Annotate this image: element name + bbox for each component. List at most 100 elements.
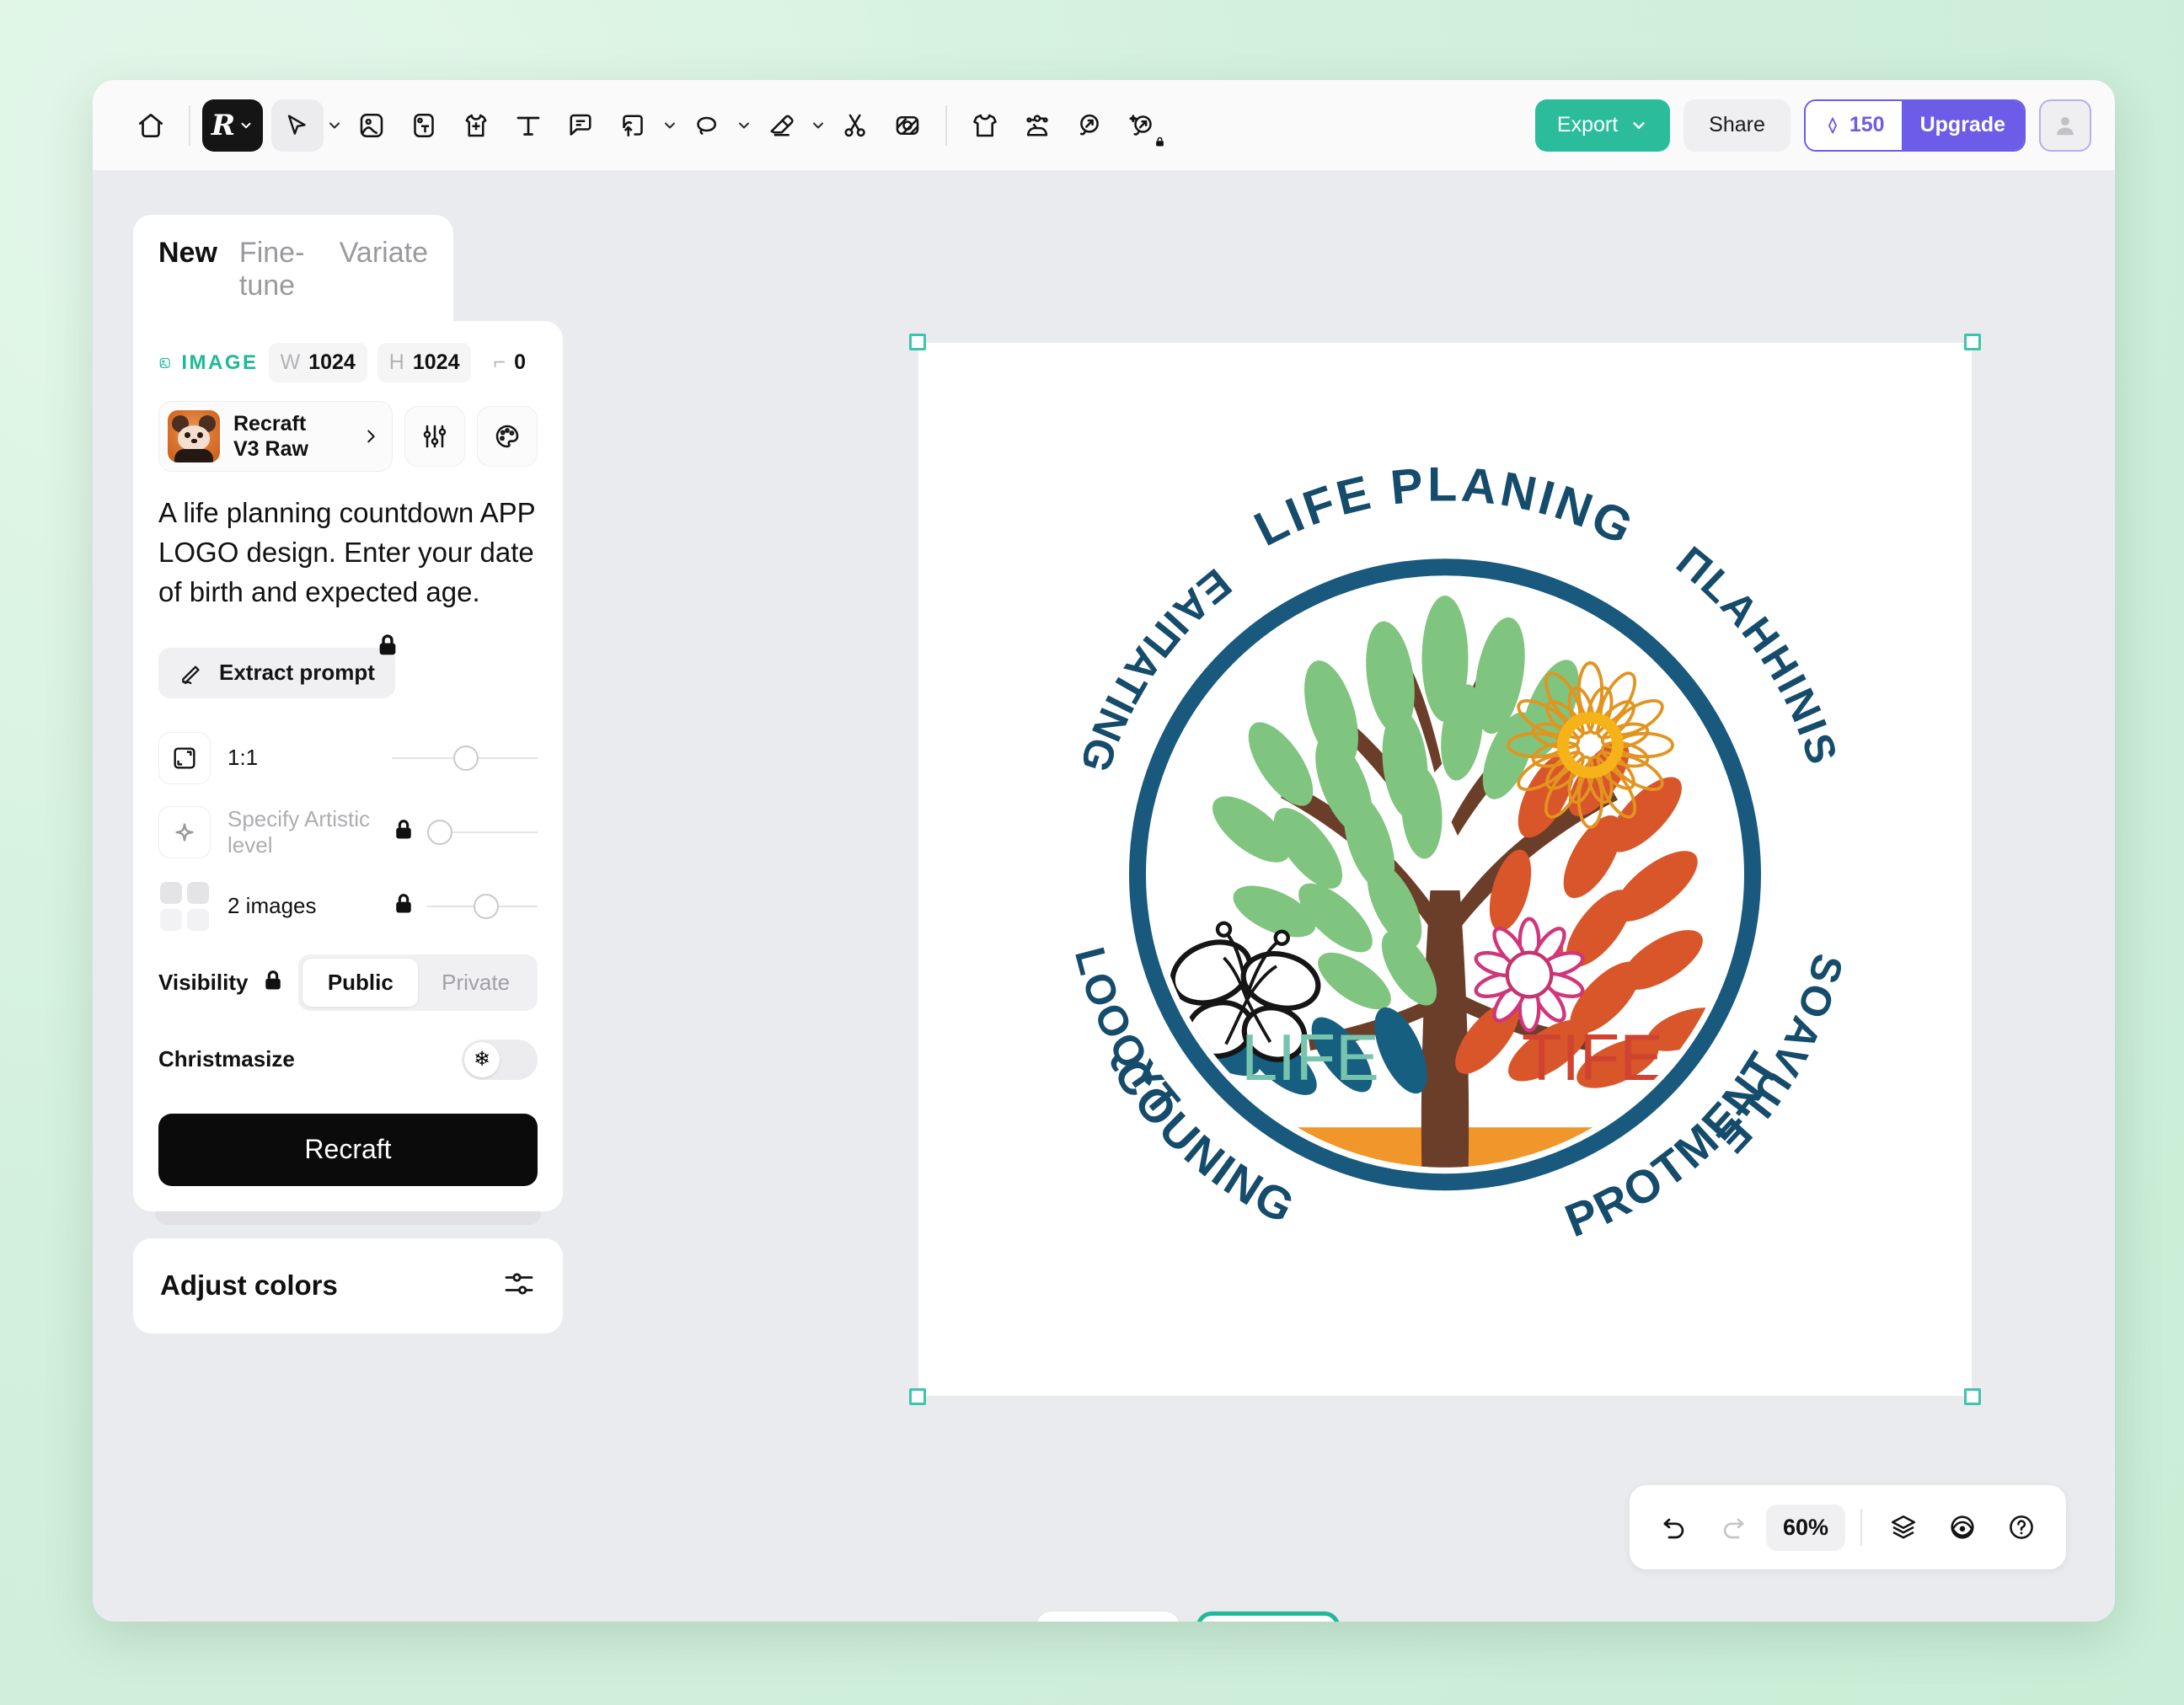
model-name-line1: Recraft bbox=[233, 411, 348, 437]
corner-radius-icon: ⌐ bbox=[493, 350, 506, 375]
snowflake-icon: ❄ bbox=[464, 1042, 500, 1077]
model-name-line2: V3 Raw bbox=[233, 436, 348, 462]
expand-icon[interactable] bbox=[1063, 99, 1116, 152]
zoom-level[interactable]: 60% bbox=[1766, 1505, 1845, 1551]
canvas-selection[interactable]: LIFE TIFE LIFE PLANING EAIΠATING LOOQYT bbox=[918, 343, 1972, 1396]
upgrade-button[interactable]: Upgrade bbox=[1902, 101, 2024, 150]
slider-knob[interactable] bbox=[453, 746, 479, 771]
resize-handle-top-left[interactable] bbox=[909, 334, 926, 350]
resize-handle-bottom-left[interactable] bbox=[909, 1388, 926, 1405]
slider-knob[interactable] bbox=[474, 894, 499, 919]
texture-icon[interactable] bbox=[881, 99, 934, 152]
aspect-ratio-slider[interactable] bbox=[392, 746, 538, 771]
width-label: W bbox=[281, 350, 301, 375]
eye-icon[interactable] bbox=[1936, 1501, 1989, 1553]
chevron-down-icon-select[interactable] bbox=[324, 117, 345, 134]
height-value: 1024 bbox=[413, 350, 460, 375]
help-circle-icon[interactable] bbox=[1995, 1501, 2048, 1553]
brand-letter: R bbox=[211, 111, 235, 140]
sliders-icon[interactable] bbox=[404, 406, 465, 467]
image-count-slider[interactable] bbox=[427, 894, 538, 919]
grid-four-icon[interactable] bbox=[158, 880, 211, 933]
palette-icon[interactable] bbox=[477, 406, 538, 467]
aspect-ratio-icon[interactable] bbox=[158, 732, 211, 784]
panel-stack-shadow bbox=[155, 1211, 541, 1225]
width-field[interactable]: W 1024 bbox=[269, 343, 367, 382]
undo-icon[interactable] bbox=[1648, 1501, 1700, 1553]
christmasize-toggle[interactable]: ❄ bbox=[462, 1040, 538, 1080]
thumbnail-variant-2[interactable]: LIFE TIFE LIFE PLANING COUNING PROTMENT bbox=[1196, 1611, 1340, 1622]
model-name: Recraft V3 Raw bbox=[233, 411, 348, 462]
aspect-ratio-control: 1:1 bbox=[158, 732, 538, 784]
logo-word-life: LIFE bbox=[1241, 1022, 1379, 1094]
image-tag: IMAGE bbox=[181, 351, 258, 375]
magic-expand-icon[interactable] bbox=[1116, 99, 1168, 152]
slider-knob[interactable] bbox=[427, 820, 452, 845]
upgrade-label: Upgrade bbox=[1920, 113, 2005, 137]
top-toolbar: R bbox=[93, 80, 2115, 171]
visibility-option-private[interactable]: Private bbox=[418, 959, 533, 1007]
credits-upgrade-group: 150 Upgrade bbox=[1804, 99, 2026, 152]
brand-recraft-icon[interactable]: R bbox=[202, 99, 263, 152]
export-label: Export bbox=[1557, 113, 1618, 137]
model-selector[interactable]: Recraft V3 Raw bbox=[158, 401, 393, 472]
share-button[interactable]: Share bbox=[1684, 99, 1791, 152]
image-icon[interactable] bbox=[345, 99, 398, 152]
avatar[interactable] bbox=[2039, 99, 2091, 152]
layers-icon[interactable] bbox=[1877, 1501, 1930, 1553]
lock-icon-artistic bbox=[392, 818, 415, 846]
sparkle-icon[interactable] bbox=[158, 806, 211, 858]
comment-icon[interactable] bbox=[554, 99, 607, 152]
cursor-select-icon[interactable] bbox=[271, 99, 324, 152]
workspace: New Fine-tune Variate IMAGE W 1024 H bbox=[93, 171, 2115, 1622]
resize-handle-bottom-right[interactable] bbox=[1964, 1388, 1981, 1405]
adjust-colors-label: Adjust colors bbox=[160, 1269, 338, 1301]
zoom-divider bbox=[1860, 1509, 1862, 1546]
lock-icon-image-count bbox=[392, 892, 415, 920]
adjust-colors-section[interactable]: Adjust colors bbox=[133, 1238, 563, 1334]
logo-word-tife: TIFE bbox=[1522, 1022, 1663, 1094]
thumbnail-variant-1[interactable]: COWN LIFE PLANNING COUNTDOWN bbox=[1036, 1611, 1180, 1622]
extract-prompt-label: Extract prompt bbox=[219, 660, 375, 686]
image-count-control: 2 images bbox=[158, 880, 538, 933]
eraser-icon[interactable] bbox=[755, 99, 807, 152]
redo-icon[interactable] bbox=[1707, 1501, 1759, 1553]
chevron-down-icon-upload[interactable] bbox=[659, 117, 681, 134]
resize-handle-top-right[interactable] bbox=[1964, 334, 1981, 350]
mockup-add-icon[interactable] bbox=[450, 99, 502, 152]
tshirt-icon[interactable] bbox=[959, 99, 1011, 152]
prompt-input[interactable]: A life planning countdown APP LOGO desig… bbox=[158, 494, 538, 612]
app-window: R bbox=[93, 80, 2115, 1622]
credits-badge[interactable]: 150 bbox=[1806, 101, 1902, 150]
height-field[interactable]: H 1024 bbox=[377, 343, 472, 382]
scissors-icon[interactable] bbox=[829, 99, 881, 152]
logo-artwork[interactable]: LIFE TIFE LIFE PLANING EAIΠATING LOOQYT bbox=[918, 343, 1972, 1396]
extract-prompt-wrapper: Extract prompt bbox=[158, 648, 395, 698]
visibility-option-public[interactable]: Public bbox=[302, 959, 418, 1007]
image-text-icon[interactable] bbox=[398, 99, 450, 152]
image-dimensions-row: IMAGE W 1024 H 1024 ⌐ 0 bbox=[158, 343, 538, 382]
aspect-ratio-slider-wrap bbox=[392, 746, 538, 771]
toolbar-divider bbox=[189, 105, 190, 146]
christmasize-row: Christmasize ❄ bbox=[158, 1040, 538, 1080]
vector-node-icon[interactable] bbox=[1011, 99, 1063, 152]
visibility-row: Visibility Public Private bbox=[158, 954, 538, 1011]
sliders-horizontal-icon[interactable] bbox=[502, 1267, 536, 1305]
tab-new[interactable]: New bbox=[158, 237, 217, 270]
christmasize-label: Christmasize bbox=[158, 1046, 295, 1072]
home-icon[interactable] bbox=[125, 99, 177, 152]
extract-prompt-button[interactable]: Extract prompt bbox=[158, 648, 395, 698]
recraft-button[interactable]: Recraft bbox=[158, 1114, 538, 1186]
chevron-down-icon-eraser[interactable] bbox=[807, 117, 829, 134]
upload-image-icon[interactable] bbox=[607, 99, 659, 152]
width-value: 1024 bbox=[308, 350, 356, 375]
variant-thumbnails: COWN LIFE PLANNING COUNTDOWN bbox=[1036, 1611, 1340, 1622]
export-button[interactable]: Export bbox=[1535, 99, 1670, 152]
chevron-down-icon-lasso[interactable] bbox=[733, 117, 755, 134]
artistic-level-slider[interactable] bbox=[427, 820, 538, 845]
text-icon[interactable] bbox=[502, 99, 554, 152]
corner-radius-field[interactable]: ⌐ 0 bbox=[481, 343, 538, 382]
lasso-icon[interactable] bbox=[681, 99, 733, 152]
tab-variate[interactable]: Variate bbox=[340, 237, 428, 270]
tab-fine-tune[interactable]: Fine-tune bbox=[239, 237, 318, 302]
